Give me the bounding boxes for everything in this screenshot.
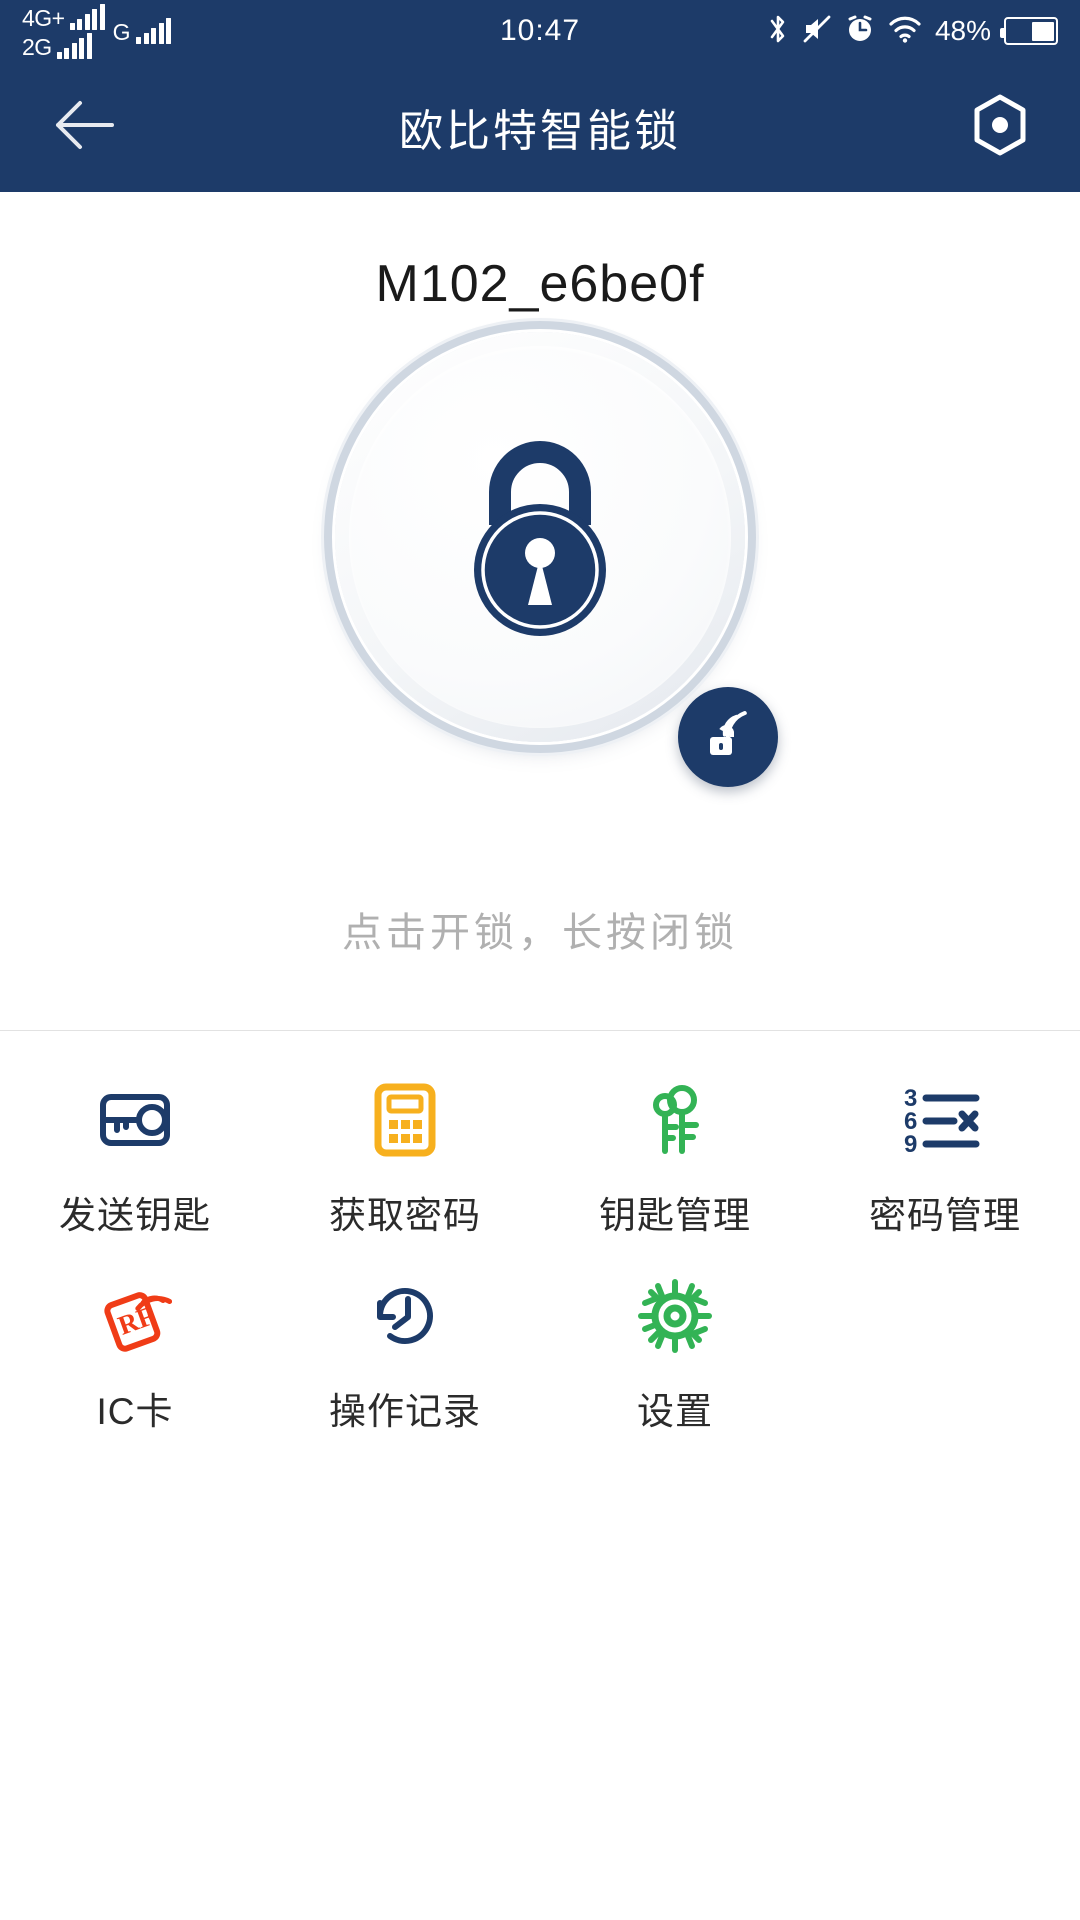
lock-area [0,332,1080,892]
hex-nut-icon [969,93,1031,162]
send-key-icon [97,1081,173,1159]
grid-label: 发送钥匙 [59,1195,211,1236]
alarm-clock-icon [845,14,875,49]
grid-item-key-management[interactable]: 钥匙管理 [540,1065,810,1261]
wifi-icon [888,14,922,49]
battery-icon [1000,17,1058,45]
calculator-icon [374,1081,436,1159]
back-arrow-icon [50,98,120,157]
bluetooth-unlock-badge[interactable] [678,687,778,787]
gear-icon [638,1277,712,1355]
password-list-icon: 3 6 9 [902,1081,988,1159]
grid-item-get-password[interactable]: 获取密码 [270,1065,540,1261]
app-header: 欧比特智能锁 [0,62,1080,192]
status-bar: 4G+ 2G G 10:47 48% [0,0,1080,62]
grid-label: 钥匙管理 [599,1195,751,1236]
app-root: 4G+ 2G G 10:47 48% 欧比特智能锁 M102_e6be0f 点击… [0,0,1080,1920]
sim2-network-label: 2G [22,34,52,60]
device-settings-button[interactable] [960,87,1040,167]
grid-label: 密码管理 [869,1195,1021,1236]
grid-label: 设置 [637,1391,713,1432]
function-grid: 发送钥匙 获取密码 钥匙管理 3 6 9 密码管理 RF IC卡 操作记录 设置 [0,1031,1080,1457]
bluetooth-icon [767,14,789,49]
padlock-locked-icon [445,430,635,645]
back-button[interactable] [40,82,130,172]
svg-text:RF: RF [114,1300,158,1341]
battery-percent-label: 48% [934,15,991,46]
lock-toggle-button[interactable] [335,332,745,742]
page-title: 欧比特智能锁 [399,107,681,156]
status-bar-right: 48% [767,14,1058,49]
grid-label: IC卡 [96,1391,174,1432]
lock-hint-text: 点击开锁，长按闭锁 [342,911,738,955]
sim1-signal: 4G+ [22,2,105,30]
grid-item-password-management[interactable]: 3 6 9 密码管理 [810,1065,1080,1261]
grid-label: 获取密码 [329,1195,481,1236]
grid-item-operation-log[interactable]: 操作记录 [270,1261,540,1457]
grid-item-send-key[interactable]: 发送钥匙 [0,1065,270,1261]
rf-card-icon: RF [98,1277,172,1355]
sim-signal-stack: 4G+ 2G [22,2,105,59]
wireless-unlock-icon [697,704,759,771]
device-name: M102_e6be0f [375,255,705,313]
signal-bars-icon [136,18,172,44]
history-clock-icon [368,1277,442,1355]
signal-bars-icon [69,4,105,30]
keys-icon [644,1081,706,1159]
sim3-signal: G [112,18,172,45]
grid-label: 操作记录 [329,1391,481,1432]
sim1-network-label: 4G+ [22,5,65,31]
sim2-signal: 2G [22,31,105,59]
volume-muted-icon [802,14,832,49]
signal-bars-icon [56,33,92,59]
svg-text:9: 9 [904,1131,917,1155]
grid-item-settings[interactable]: 设置 [540,1261,810,1457]
status-bar-left: 4G+ 2G G [22,0,172,62]
grid-item-ic-card[interactable]: RF IC卡 [0,1261,270,1457]
sim3-network-label: G [112,19,131,45]
clock-time: 10:47 [499,14,581,47]
